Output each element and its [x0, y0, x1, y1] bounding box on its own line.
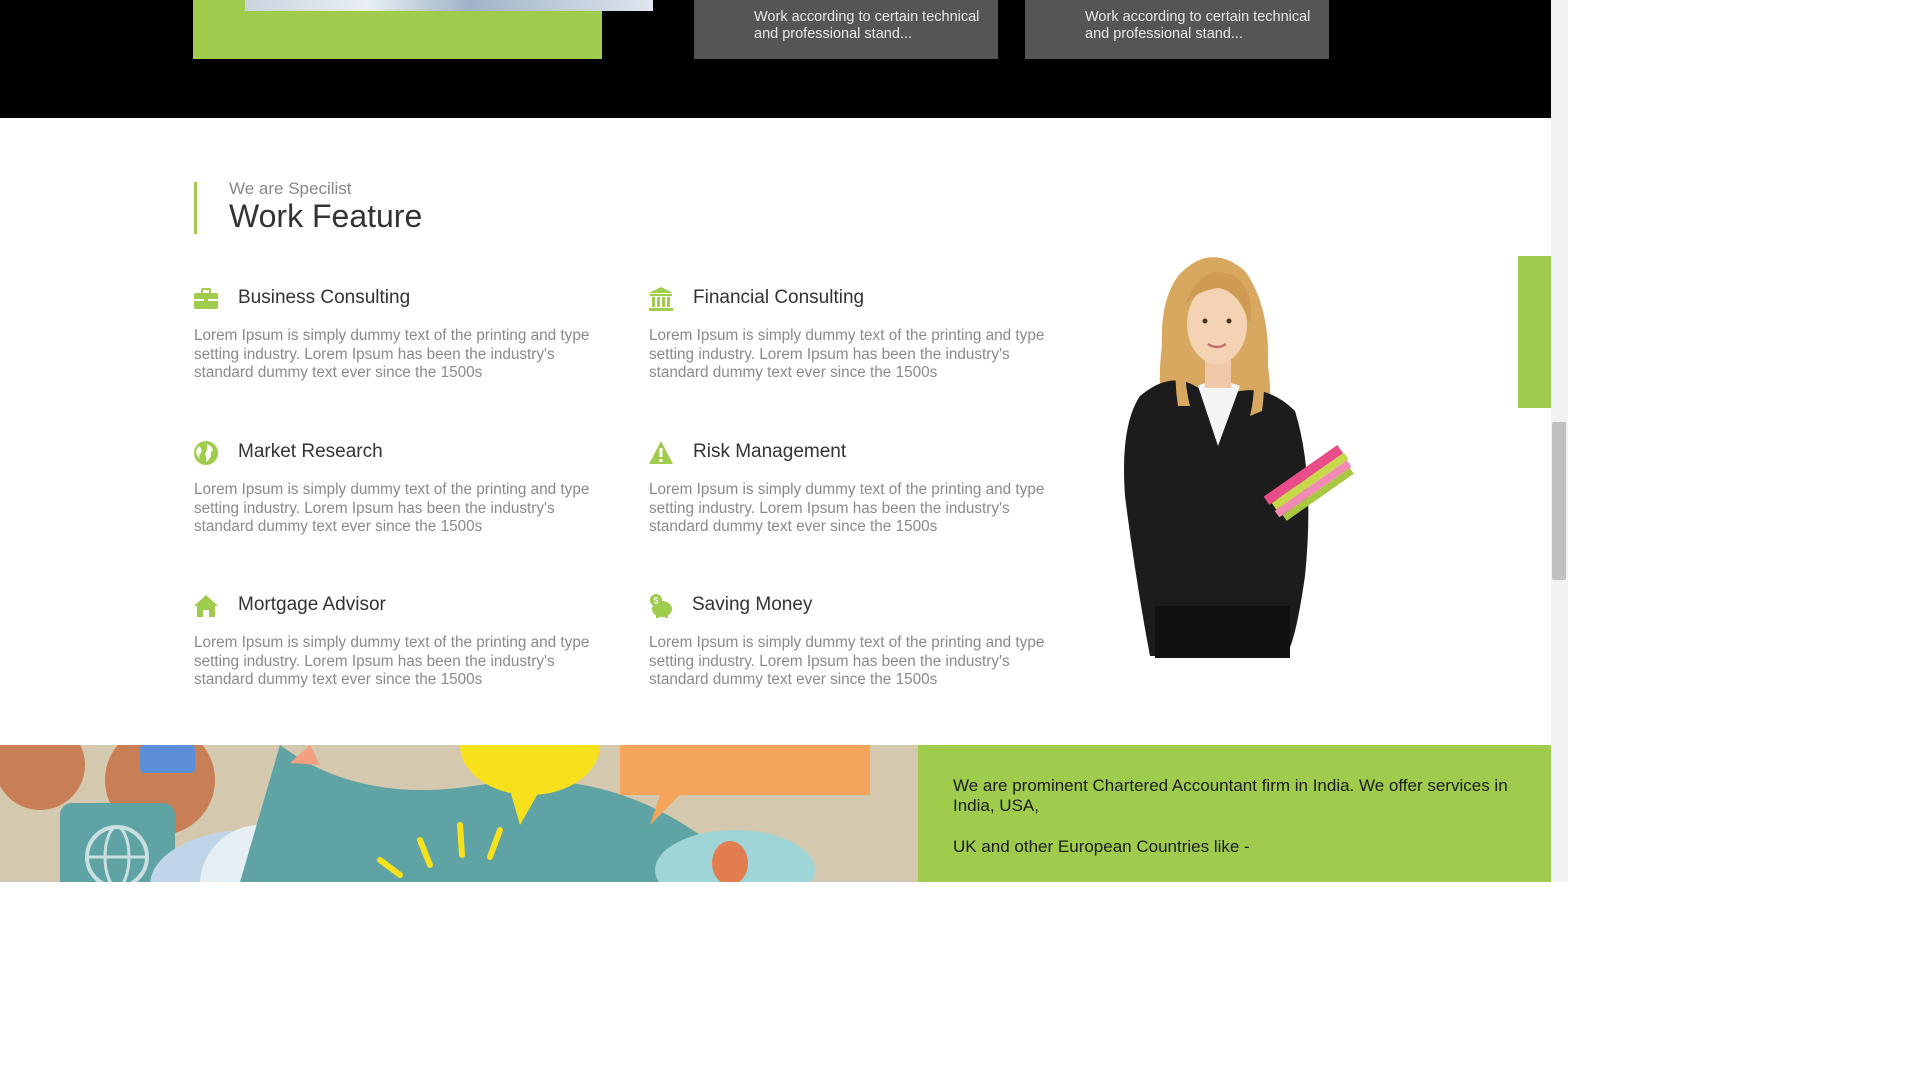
- service-card-text: Work according to certain technical and …: [754, 9, 980, 42]
- feature-title: Mortgage Advisor: [238, 594, 386, 615]
- feature-description: Lorem Ipsum is simply dummy text of the …: [194, 327, 590, 382]
- globe-icon: [194, 441, 218, 465]
- piggy-bank-icon: $: [650, 594, 672, 618]
- service-card[interactable]: Work according to certain technical and …: [694, 0, 998, 59]
- section-subtitle: We are Specilist: [229, 179, 352, 198]
- about-panel: We are prominent Chartered Accountant fi…: [918, 745, 1551, 882]
- businesswoman-image: [1124, 257, 1354, 658]
- side-tab[interactable]: [1518, 256, 1551, 408]
- bank-icon: [649, 287, 673, 311]
- about-text-countries: UK and other European Countries like -: [953, 837, 1250, 856]
- svg-text:$: $: [653, 596, 658, 606]
- feature-description: Lorem Ipsum is simply dummy text of the …: [649, 481, 1045, 536]
- briefcase-icon: [194, 288, 218, 309]
- scrollbar-thumb[interactable]: [1552, 422, 1566, 580]
- feature-description: Lorem Ipsum is simply dummy text of the …: [649, 634, 1045, 689]
- service-card[interactable]: Work according to certain technical and …: [1025, 0, 1329, 59]
- feature-description: Lorem Ipsum is simply dummy text of the …: [194, 481, 590, 536]
- card-photo: [245, 0, 653, 11]
- feature-description: Lorem Ipsum is simply dummy text of the …: [649, 327, 1045, 382]
- section-title: Work Feature: [229, 198, 423, 234]
- about-text: We are prominent Chartered Accountant fi…: [953, 776, 1508, 815]
- feature-title: Market Research: [238, 441, 383, 462]
- heading-accent-bar: [194, 182, 197, 234]
- feature-description: Lorem Ipsum is simply dummy text of the …: [194, 634, 590, 689]
- warning-icon: [649, 441, 673, 464]
- home-icon: [194, 595, 218, 617]
- feature-title: Saving Money: [692, 594, 813, 615]
- feature-title: Business Consulting: [238, 287, 411, 308]
- illustration-banner: [0, 745, 918, 882]
- banner-illustration: [0, 745, 918, 882]
- service-card-text: Work according to certain technical and …: [1085, 9, 1311, 42]
- feature-title: Risk Management: [693, 441, 847, 462]
- feature-title: Financial Consulting: [693, 287, 865, 308]
